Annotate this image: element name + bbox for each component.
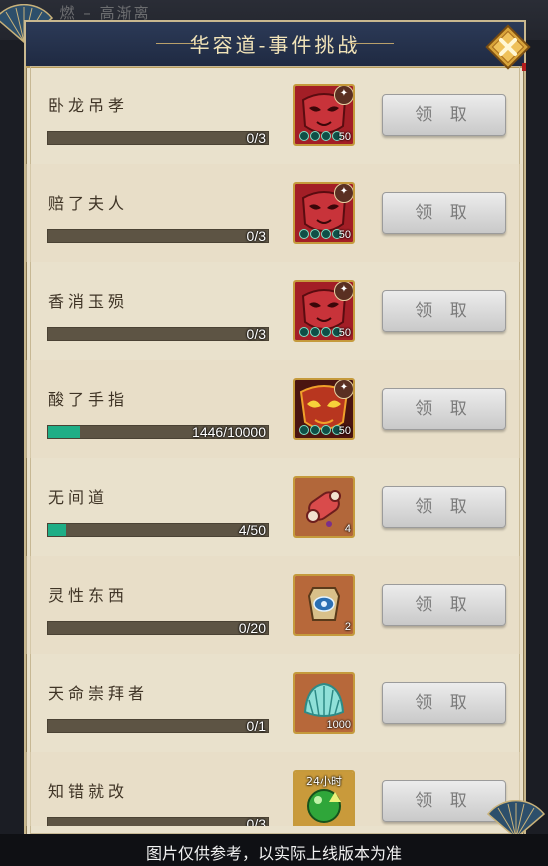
progress-text: 1446/10000 [192, 424, 266, 440]
reward-item[interactable]: 4 [293, 476, 355, 538]
progress-text: 0/20 [238, 620, 266, 636]
claim-button[interactable]: 领 取 [382, 388, 506, 430]
reward-item[interactable]: 2 [293, 574, 355, 636]
star-rating [299, 327, 342, 337]
share-tag-icon: ✦ [334, 86, 353, 105]
task-name: 知错就改 [48, 782, 129, 801]
task-row: 酸了手指 1446/10000 50 ✦ 领 取 [26, 360, 522, 458]
close-button[interactable] [484, 23, 532, 71]
reward-count: 50 [338, 131, 351, 143]
reward-count: 50 [338, 229, 351, 241]
task-row: 赔了夫人 0/3 50 ✦ 领 取 [26, 164, 522, 262]
claim-button[interactable]: 领 取 [382, 486, 506, 528]
progress-bar: 0/3 [47, 228, 269, 244]
claim-button[interactable]: 领 取 [382, 192, 506, 234]
reward-item[interactable]: 50 ✦ [293, 378, 355, 440]
task-name: 卧龙吊孝 [48, 96, 129, 115]
progress-fill [48, 426, 80, 438]
task-name: 酸了手指 [48, 390, 129, 409]
task-row: 知错就改 0/3 24小时 领 取 [26, 752, 522, 826]
reward-item[interactable]: 50 ✦ [293, 280, 355, 342]
progress-bar: 4/50 [47, 522, 269, 538]
task-name: 香消玉殒 [48, 292, 129, 311]
progress-text: 0/3 [246, 326, 266, 342]
reward-count: 50 [338, 327, 351, 339]
footer-bar: 图片仅供参考，以实际上线版本为准 [0, 834, 548, 866]
share-tag-icon: ✦ [334, 282, 353, 301]
task-row: 卧龙吊孝 0/3 50 ✦ 领 取 [26, 66, 522, 164]
task-name: 赔了夫人 [48, 194, 129, 213]
progress-bar: 0/3 [47, 326, 269, 342]
task-list[interactable]: 卧龙吊孝 0/3 50 ✦ 领 取 赔了夫人 0/3 50 ✦ 领 取 香消玉殒… [26, 66, 522, 826]
share-tag-icon: ✦ [334, 184, 353, 203]
star-rating [299, 131, 342, 141]
progress-text: 4/50 [238, 522, 266, 538]
progress-fill [48, 524, 66, 536]
reward-item[interactable]: 1000 [293, 672, 355, 734]
progress-bar: 0/3 [47, 130, 269, 146]
progress-bar: 0/1 [47, 718, 269, 734]
progress-bar: 0/20 [47, 620, 269, 636]
reward-timer: 24小时 [306, 775, 342, 788]
task-name: 灵性东西 [48, 586, 129, 605]
task-row: 无间道 4/50 4 领 取 [26, 458, 522, 556]
progress-bar: 0/3 [47, 816, 269, 826]
progress-text: 0/3 [246, 228, 266, 244]
claim-button[interactable]: 领 取 [382, 290, 506, 332]
reward-item[interactable]: 50 ✦ [293, 182, 355, 244]
progress-text: 0/3 [246, 816, 266, 826]
panel-header: 华容道-事件挑战 [26, 22, 524, 68]
footer-disclaimer: 图片仅供参考，以实际上线版本为准 [145, 844, 402, 863]
claim-button[interactable]: 领 取 [382, 94, 506, 136]
reward-item[interactable]: 50 ✦ [293, 84, 355, 146]
reward-count: 50 [338, 425, 351, 437]
task-row: 灵性东西 0/20 2 领 取 [26, 556, 522, 654]
progress-bar: 1446/10000 [47, 424, 269, 440]
progress-text: 0/1 [246, 718, 266, 734]
claim-button[interactable]: 领 取 [382, 584, 506, 626]
star-rating [299, 229, 342, 239]
progress-text: 0/3 [246, 130, 266, 146]
claim-button[interactable]: 领 取 [382, 682, 506, 724]
reward-count: 1000 [326, 719, 351, 731]
task-row: 香消玉殒 0/3 50 ✦ 领 取 [26, 262, 522, 360]
panel-title: 华容道-事件挑战 [189, 33, 361, 57]
reward-count: 4 [344, 523, 351, 535]
header-decoration-right [350, 43, 394, 44]
share-tag-icon: ✦ [334, 380, 353, 399]
reward-item[interactable]: 24小时 [293, 770, 355, 826]
task-row: 天命崇拜者 0/1 1000 领 取 [26, 654, 522, 752]
reward-count: 2 [344, 621, 351, 633]
task-name: 无间道 [48, 488, 109, 507]
task-name: 天命崇拜者 [48, 684, 149, 703]
star-rating [299, 425, 342, 435]
